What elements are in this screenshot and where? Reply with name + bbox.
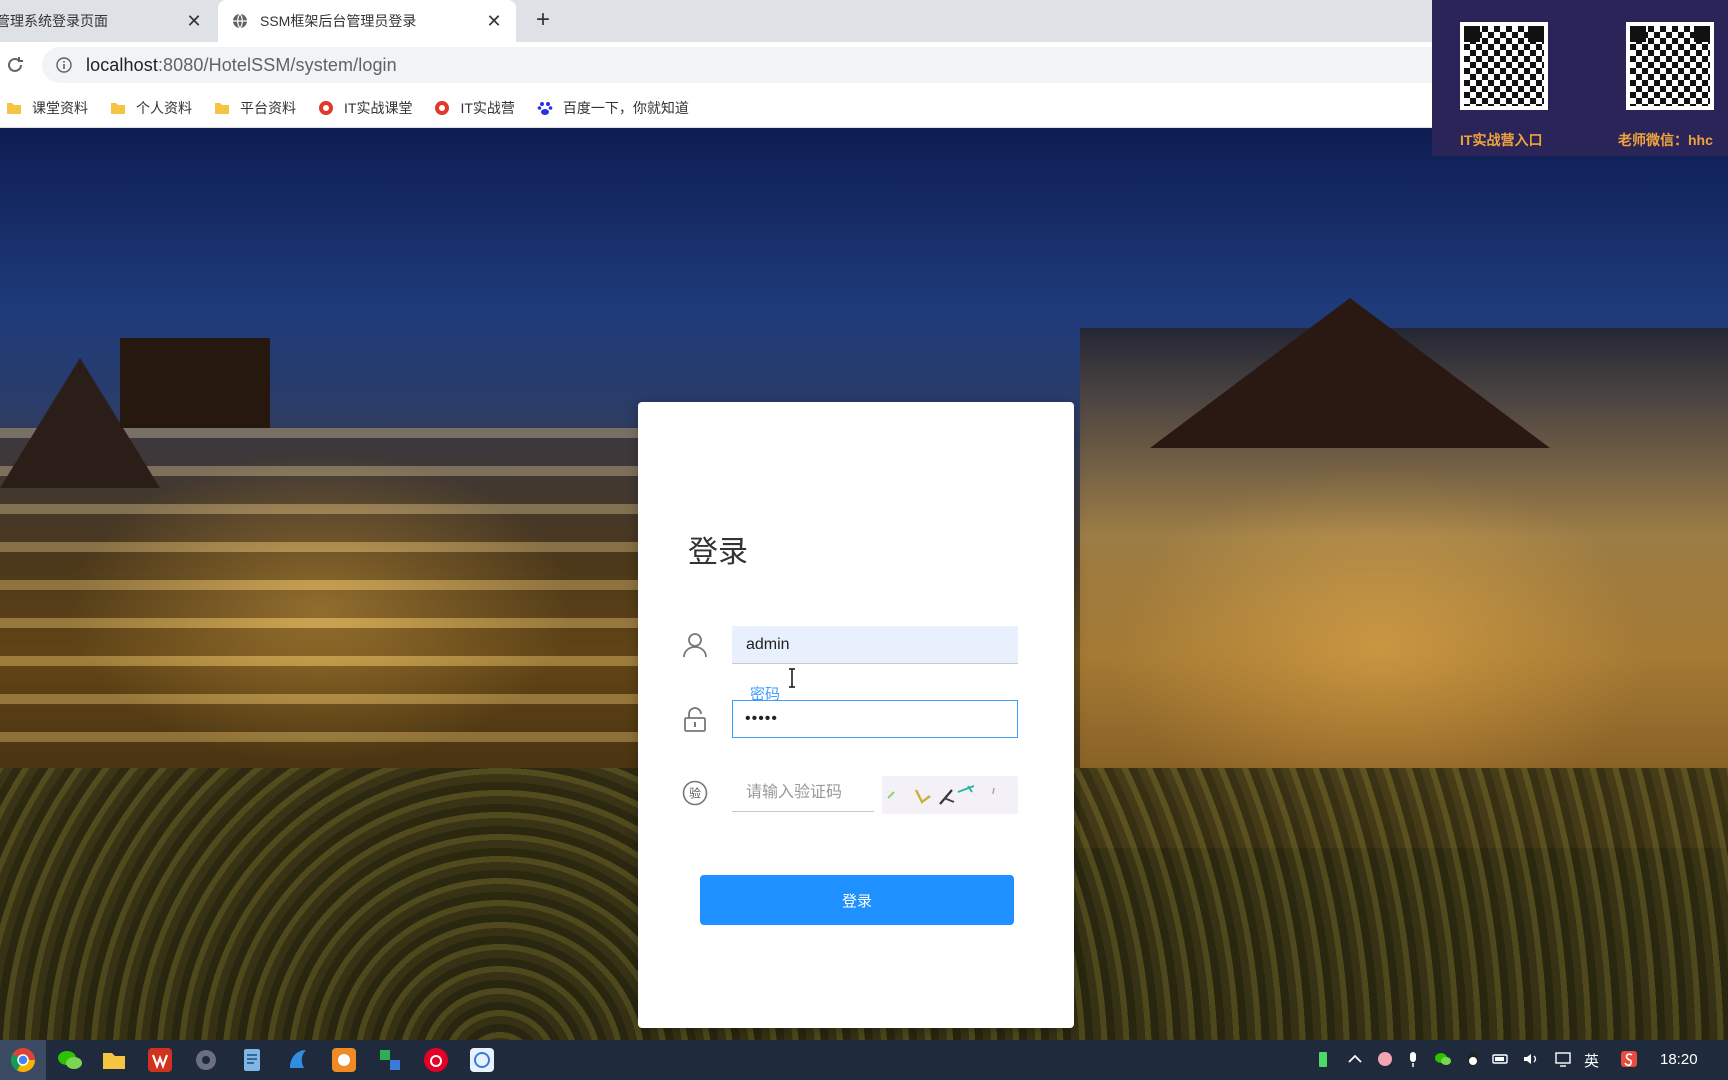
document-icon[interactable] [238, 1046, 266, 1074]
captcha-image[interactable] [882, 776, 1018, 814]
bookmark-item[interactable]: 个人资料 [110, 98, 192, 118]
captcha-icon: 验 [682, 780, 708, 806]
wechat-icon[interactable] [56, 1046, 84, 1074]
username-field[interactable]: admin [732, 626, 1018, 664]
url-text: localhost:8080/HotelSSM/system/login [86, 55, 397, 76]
taskbar-clock[interactable]: 18:20 [1660, 1051, 1698, 1068]
chrome-icon[interactable] [9, 1046, 37, 1074]
app-icon[interactable] [376, 1046, 404, 1074]
chevron-up-icon[interactable] [1346, 1050, 1364, 1068]
folder-icon [215, 102, 229, 114]
page-background: 登录 admin 密码 ••••• 验 请输入验证码 登录 [0, 128, 1728, 1040]
wechat-icon[interactable] [1434, 1050, 1452, 1068]
tab-title: SSM框架后台管理员登录 [260, 13, 417, 29]
background-roof [1150, 298, 1550, 448]
settings-icon[interactable] [192, 1046, 220, 1074]
login-button[interactable]: 登录 [700, 875, 1014, 925]
site-icon [435, 100, 450, 115]
qr-code-image [1626, 22, 1714, 110]
lock-icon [684, 707, 706, 732]
promo-overlay: IT实战营入口 老师微信：hhc [1432, 0, 1728, 156]
bookmark-label: 课堂资料 [32, 99, 88, 116]
volume-icon[interactable] [1522, 1050, 1540, 1068]
bookmark-item[interactable]: IT实战营 [434, 98, 515, 118]
app-icon[interactable] [468, 1046, 496, 1074]
network-icon[interactable] [1554, 1050, 1572, 1068]
input-method-indicator[interactable]: 英 [1584, 1050, 1599, 1071]
bookmark-item[interactable]: 课堂资料 [6, 98, 88, 118]
promo-label-entry: IT实战营入口 [1460, 132, 1543, 148]
wps-icon[interactable] [146, 1046, 174, 1074]
folder-icon [7, 102, 21, 114]
netease-music-icon[interactable] [422, 1046, 450, 1074]
globe-icon [233, 13, 247, 29]
bookmark-item[interactable]: 百度一下，你就知道 [537, 98, 689, 118]
info-icon[interactable] [56, 57, 72, 73]
bookmark-item[interactable]: IT实战课堂 [318, 98, 412, 118]
qq-icon[interactable] [1464, 1050, 1482, 1068]
site-icon [319, 100, 333, 115]
captcha-input[interactable]: 请输入验证码 [732, 774, 874, 812]
app-icon[interactable] [330, 1046, 358, 1074]
tab-login-system[interactable]: 管理系统登录页面 ✕ [0, 0, 216, 42]
taskbar: 英 18:20 [0, 1040, 1728, 1080]
captcha-glyphs [887, 785, 995, 805]
svg-text:验: 验 [689, 786, 701, 801]
tab-admin-login[interactable]: SSM框架后台管理员登录 ✕ [218, 0, 516, 42]
qr-code-image [1460, 22, 1548, 110]
close-icon[interactable]: ✕ [484, 11, 504, 31]
user-icon [683, 633, 707, 658]
bookmark-label: 平台资料 [240, 99, 296, 116]
bookmark-label: IT实战营 [460, 99, 515, 116]
login-title: 登录 [688, 535, 748, 570]
url-host: localhost [86, 54, 158, 75]
flower-icon[interactable] [1376, 1050, 1394, 1068]
url-path: :8080/HotelSSM/system/login [157, 54, 397, 75]
app-icon[interactable] [284, 1046, 312, 1074]
battery-level-icon[interactable] [1492, 1050, 1510, 1068]
bookmark-label: IT实战课堂 [344, 99, 413, 116]
text-cursor-icon [789, 668, 795, 688]
baidu-icon [537, 101, 553, 115]
new-tab-button[interactable]: + [530, 8, 556, 33]
bookmark-item[interactable]: 平台资料 [214, 98, 296, 118]
bookmark-label: 百度一下，你就知道 [562, 99, 689, 116]
sogou-icon[interactable] [1620, 1050, 1638, 1068]
close-icon[interactable]: ✕ [184, 11, 204, 31]
tab-title: 管理系统登录页面 [0, 13, 108, 29]
promo-label-wechat: 老师微信：hhc [1618, 132, 1713, 148]
reload-icon[interactable] [4, 54, 26, 76]
login-card: 登录 admin 密码 ••••• 验 请输入验证码 登录 [638, 402, 1074, 1028]
background-roof [120, 338, 270, 428]
folder-icon [111, 102, 125, 114]
password-field[interactable]: ••••• [732, 700, 1018, 738]
address-bar[interactable]: localhost:8080/HotelSSM/system/login [42, 47, 1502, 83]
bookmark-label: 个人资料 [136, 99, 192, 116]
microphone-icon[interactable] [1404, 1050, 1422, 1068]
battery-icon[interactable] [1314, 1050, 1332, 1068]
folder-icon[interactable] [100, 1046, 128, 1074]
